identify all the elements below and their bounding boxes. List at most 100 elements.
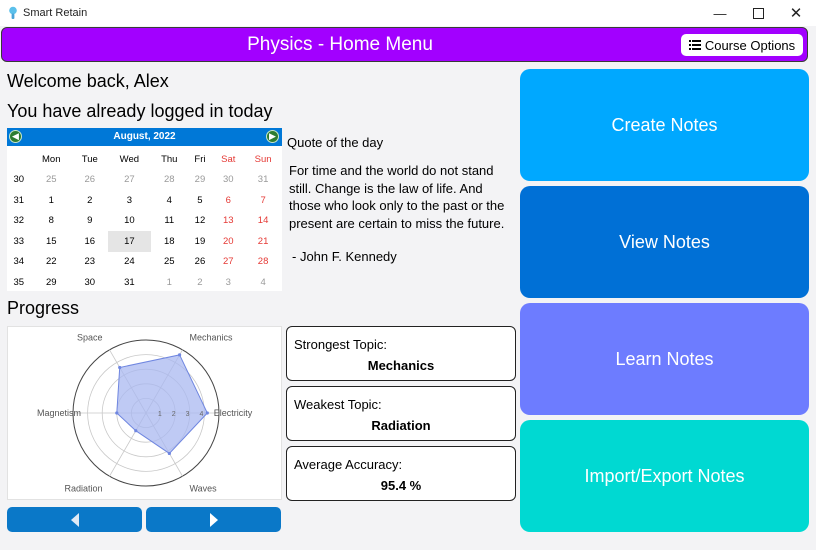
weekday-header: Wed	[119, 153, 140, 165]
calendar-day[interactable]: 21	[244, 231, 282, 252]
maximize-icon	[752, 7, 764, 19]
close-window-button[interactable]: ✕	[779, 0, 813, 26]
radar-tick-label: 3	[186, 411, 190, 418]
calendar-day[interactable]: 25	[31, 170, 72, 191]
calendar-day[interactable]: 31	[108, 272, 151, 293]
radar-axis-label: Space	[77, 333, 103, 343]
chart-next-button[interactable]	[146, 507, 281, 532]
left-triangle-icon	[70, 512, 79, 527]
view-notes-button[interactable]: View Notes	[520, 186, 809, 298]
week-number: 30	[13, 174, 25, 186]
calendar-day[interactable]: 3	[212, 272, 244, 293]
calendar-day[interactable]: 31	[244, 170, 282, 191]
calendar-day[interactable]: 29	[31, 272, 72, 293]
calendar-day[interactable]: 6	[212, 190, 244, 211]
progress-heading: Progress	[7, 298, 80, 318]
calendar-day[interactable]: 9	[72, 211, 108, 232]
radar-svg: 1 2 3 4 Mechanics Electricity Waves Radiation Ma…	[37, 333, 253, 494]
calendar-day[interactable]: 19	[188, 231, 213, 252]
close-icon: ✕	[789, 5, 803, 22]
window-title: Smart Retain	[23, 7, 88, 19]
calendar-month-label: August, 2022	[113, 131, 176, 142]
right-triangle-icon	[209, 512, 218, 527]
radar-tick-label: 4	[199, 411, 203, 418]
calendar-day[interactable]: 10	[108, 211, 151, 232]
calendar-day[interactable]: 23	[72, 252, 108, 273]
calendar-day[interactable]: 27	[108, 170, 151, 191]
weekday-header: Fri	[194, 153, 206, 165]
import-export-notes-button[interactable]: Import/Export Notes	[520, 420, 809, 532]
calendar-day[interactable]: 25	[151, 252, 188, 273]
learn-notes-button[interactable]: Learn Notes	[520, 303, 809, 415]
week-number: 34	[13, 256, 25, 268]
calendar-day[interactable]: 14	[244, 211, 282, 232]
calendar-day[interactable]: 27	[212, 252, 244, 273]
import-export-notes-label: Import/Export Notes	[584, 465, 745, 486]
calendar-day[interactable]: 30	[212, 170, 244, 191]
radar-axis-label: Radiation	[64, 483, 102, 493]
calendar-day[interactable]: 3	[108, 190, 151, 211]
radar-data-point	[115, 411, 119, 415]
week-number: 35	[13, 276, 25, 288]
calendar-day[interactable]: 11	[151, 211, 188, 232]
quote-text: For time and the world do not stand still…	[289, 162, 504, 232]
progress-radar-chart: 1 2 3 4 Mechanics Electricity Waves Radiation Ma…	[7, 326, 282, 500]
calendar-day[interactable]: 22	[31, 252, 72, 273]
radar-data-point	[134, 429, 138, 433]
course-options-label: Course Options	[704, 37, 796, 53]
strongest-topic-value: Mechanics	[367, 358, 435, 373]
calendar-day[interactable]: 2	[188, 272, 213, 293]
average-accuracy-label: Average Accuracy:	[294, 457, 403, 472]
calendar-day[interactable]: 28	[151, 170, 188, 191]
weakest-topic-value: Radiation	[371, 418, 431, 433]
calendar-day[interactable]: 8	[31, 211, 72, 232]
login-status: You have already logged in today	[7, 101, 273, 121]
weekday-header: Tue	[81, 153, 98, 165]
calendar-day[interactable]: 20	[212, 231, 244, 252]
calendar-day[interactable]: 12	[188, 211, 213, 232]
calendar-day[interactable]: 1	[151, 272, 188, 293]
calendar-next-button[interactable]: ▶	[266, 130, 279, 143]
radar-data-point	[167, 451, 171, 456]
calendar-day[interactable]: 7	[244, 190, 282, 211]
average-accuracy-value: 95.4 %	[380, 478, 422, 493]
strongest-topic-card: Strongest Topic: Mechanics	[286, 326, 516, 381]
quote-line: present are certain to miss the future.	[289, 215, 505, 231]
radar-axis-label: Waves	[190, 483, 218, 493]
quote-line: those who look only to the past or the	[289, 198, 505, 213]
calendar-day[interactable]: 17	[107, 231, 151, 252]
radar-series-area	[116, 354, 208, 455]
radar-tick-label: 1	[158, 411, 162, 418]
chart-prev-button[interactable]	[7, 507, 142, 532]
calendar-prev-button[interactable]: ◀	[9, 130, 22, 143]
calendar-day[interactable]: 13	[212, 211, 244, 232]
calendar-day[interactable]: 16	[72, 231, 108, 252]
calendar-day[interactable]: 2	[72, 190, 108, 211]
week-number: 33	[13, 235, 25, 247]
calendar-day[interactable]: 26	[188, 252, 213, 273]
calendar-day[interactable]: 4	[244, 272, 282, 293]
course-options-button[interactable]: Course Options	[681, 34, 803, 56]
list-icon	[688, 40, 701, 50]
calendar-day[interactable]: 5	[188, 190, 213, 211]
calendar-day[interactable]: 26	[72, 170, 108, 191]
calendar-day[interactable]: 29	[188, 170, 213, 191]
calendar-day[interactable]: 30	[72, 272, 108, 293]
radar-axis-label: Magnetism	[37, 408, 81, 418]
calendar-day[interactable]: 28	[244, 252, 282, 273]
radar-data-point	[177, 353, 182, 357]
page-title: Physics - Home Menu	[247, 34, 433, 55]
app-icon	[9, 6, 17, 19]
maximize-button[interactable]	[741, 0, 775, 26]
calendar-day[interactable]: 4	[151, 190, 188, 211]
create-notes-button[interactable]: Create Notes	[520, 69, 809, 181]
radar-axis-label: Mechanics	[190, 333, 234, 343]
calendar-day[interactable]: 15	[31, 231, 72, 252]
weekday-header: Sun	[254, 153, 272, 165]
view-notes-label: View Notes	[619, 231, 710, 252]
weakest-topic-card: Weakest Topic: Radiation	[286, 386, 516, 441]
minimize-button[interactable]: —	[703, 0, 737, 26]
calendar-day[interactable]: 18	[151, 231, 188, 252]
calendar-day[interactable]: 1	[31, 190, 72, 211]
calendar-day[interactable]: 24	[108, 252, 151, 273]
